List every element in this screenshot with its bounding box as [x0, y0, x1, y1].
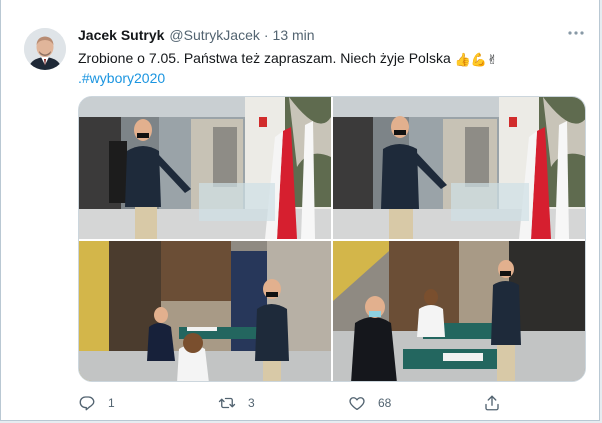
- hashtag-link[interactable]: #wybory2020: [82, 70, 165, 86]
- tweet-card[interactable]: Jacek Sutryk @SutrykJacek · 13 min Zrobi…: [0, 0, 600, 421]
- share-icon: [485, 395, 499, 411]
- avatar[interactable]: [24, 28, 66, 70]
- retweet-count: 3: [248, 396, 255, 410]
- photo-bottom-right[interactable]: [333, 241, 585, 381]
- victory-hand-emoji: ✌: [487, 52, 498, 67]
- media-grid: [78, 96, 586, 382]
- heart-icon: [349, 397, 365, 411]
- avatar-image: [24, 28, 66, 70]
- timestamp[interactable]: 13 min: [273, 27, 315, 43]
- like-count: 68: [378, 396, 392, 410]
- tweet-text-main: Zrobione o 7.05. Państwa też zapraszam. …: [78, 50, 451, 66]
- author-handle[interactable]: @SutrykJacek: [169, 27, 259, 43]
- tweet-actions: 1 3 68: [78, 392, 508, 414]
- like-button[interactable]: 68: [348, 392, 391, 414]
- separator-dot: ·: [263, 27, 269, 43]
- retweet-icon: [218, 397, 236, 409]
- retweet-button[interactable]: 3: [218, 392, 255, 414]
- thumbs-up-emoji: 👍: [454, 52, 471, 67]
- author-name[interactable]: Jacek Sutryk: [78, 27, 164, 43]
- reply-button[interactable]: 1: [78, 392, 115, 414]
- more-options-icon[interactable]: [565, 22, 587, 44]
- flexed-biceps-emoji: 💪: [470, 52, 488, 67]
- photo-bottom-left[interactable]: [79, 241, 331, 381]
- reply-icon: [79, 396, 95, 411]
- photo-top-left[interactable]: [79, 97, 331, 239]
- tweet-header: Jacek Sutryk @SutrykJacek · 13 min: [78, 26, 315, 44]
- reply-count: 1: [108, 396, 115, 410]
- photo-top-right[interactable]: [333, 97, 585, 239]
- share-button[interactable]: [483, 392, 501, 414]
- tweet-text: Zrobione o 7.05. Państwa też zapraszam. …: [78, 49, 583, 88]
